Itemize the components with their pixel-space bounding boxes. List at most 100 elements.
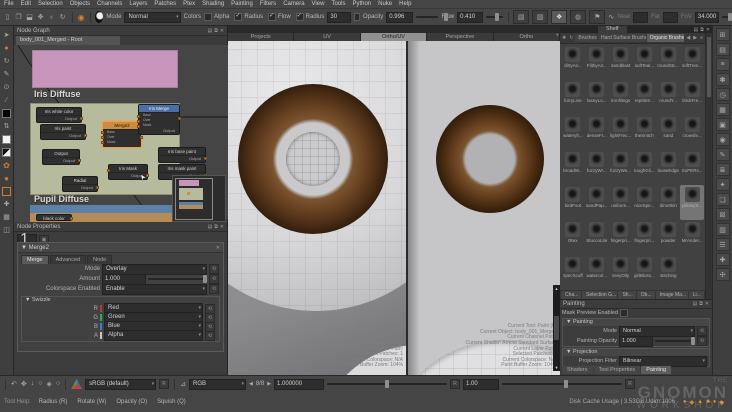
next-tab-icon[interactable]: ▶ [692,35,698,41]
menu-item[interactable]: Ptex [183,1,195,7]
brush-item[interactable]: birdFoot [561,185,585,220]
exposure-field[interactable]: 1.000000 [274,378,325,390]
node-graph-canvas[interactable]: Iris Diffuse Iris white color Output Iri… [14,45,228,222]
brush-item[interactable]: looseEdge [656,150,680,185]
image-manager-icon[interactable]: ▦ [715,103,730,116]
brush-item[interactable]: uniform... [609,185,633,220]
background-color-swatch[interactable] [0,133,13,145]
output-port[interactable] [70,217,73,220]
shelf-menu-icon[interactable]: ≡ [699,35,704,41]
patches-icon[interactable]: ⊠ [715,208,730,221]
pull-down-icon[interactable]: ↓ [31,380,35,388]
brush-editor-icon[interactable]: ✎ [715,148,730,161]
node-iris-base-paint[interactable]: Iris base paint Output [158,147,207,163]
panel-float-icon[interactable]: ⧉ [214,28,218,34]
viewport-tab[interactable]: UV [294,33,361,41]
clone-stamp-icon[interactable]: ↻ [0,55,13,67]
projection-filter-dropdown[interactable]: Bilinear [619,355,707,367]
checkbox-icon[interactable] [234,12,243,21]
output-port[interactable] [84,134,87,137]
select-tool-icon[interactable]: ➤ [0,29,13,41]
node-iris-merge[interactable]: Iris Merge Base Over Mask Output [137,104,181,135]
brush-item[interactable]: furryLine [561,80,585,115]
menu-item[interactable]: Patches [154,1,176,7]
brush-item[interactable]: softTeal... [633,45,657,80]
brush-item[interactable]: roundY... [656,80,680,115]
prev-frame-icon[interactable]: ◀ [249,381,253,387]
menu-item[interactable]: Camera [283,1,304,7]
input-port[interactable] [107,169,110,172]
properties-tab[interactable]: Merge [21,255,49,264]
flow-field[interactable]: 0.410 [457,11,484,23]
ortho-viewport[interactable]: Current Tool: Paint (P) Current Object: b… [228,41,406,375]
menu-item[interactable]: Filters [260,1,276,7]
refresh-shelf-icon[interactable]: ↻ [568,35,574,41]
channel-dropdown[interactable]: Alpha [104,330,203,341]
output-port[interactable] [96,186,99,189]
node-graph-header[interactable]: Node Graph ▤ ⧉ ✕ [14,26,227,36]
mirror-projection-icon[interactable]: ❖ [551,10,568,24]
amount-slider[interactable] [148,275,207,283]
menu-item[interactable]: Selection [38,1,63,7]
add-icon[interactable]: ✚ [0,198,13,210]
zoom-tool-icon[interactable]: ⊙ [0,81,13,93]
brush-item[interactable]: powder [656,220,680,255]
reset-button[interactable]: R [450,379,461,389]
channel-dropdown[interactable]: RGB [188,378,246,390]
output-port[interactable] [140,136,143,139]
sphere-view-icon[interactable]: ◍ [570,10,587,24]
brush-item[interactable]: dinoSkin [656,185,680,220]
viewport-tab[interactable]: Projects [228,33,295,41]
smudge-tool-icon[interactable]: ✎ [0,68,13,80]
scroll-down-icon[interactable]: ▼ [555,365,559,370]
eyedropper-icon[interactable]: ∕ [0,94,13,106]
base-port[interactable] [101,131,104,134]
panel-close-icon[interactable]: ✕ [706,27,710,33]
brush-item[interactable]: MrAnder... [680,220,704,255]
flag-icon[interactable]: ⚑ [589,10,606,24]
shelf-tab[interactable]: Hard Surface Brushes [597,34,646,42]
node-output[interactable]: Output Output [42,149,81,165]
properties-tab[interactable]: Advanced [49,255,87,264]
brush-item[interactable]: sandPap... [585,185,609,220]
import-icon[interactable]: ✥ [36,12,45,23]
checkbox-icon[interactable] [295,12,304,21]
painting-header[interactable]: Painting ▤ ⧉ ✕ [560,300,712,309]
brush-item[interactable]: tRex [561,220,585,255]
viewport-tab[interactable]: Perspective [427,33,494,41]
prev-tab-icon[interactable]: ◀ [685,35,691,41]
over-port[interactable] [137,120,140,123]
brush-item[interactable]: wateryfr... [561,115,585,150]
foreground-color-swatch[interactable] [0,107,13,119]
paint-mode-dropdown[interactable]: Normal [124,11,181,23]
reset-button[interactable]: R [625,379,636,389]
option-checkbox-group[interactable]: Radius [234,12,263,21]
base-port[interactable] [137,115,140,118]
uv-viewport[interactable]: Current Tool: Paint (P) Current Object: b… [408,41,560,375]
node-properties-header[interactable]: Node Properties ▤ ⧉ ✕ [14,222,227,232]
swap-colors-icon[interactable]: ⇅ [0,120,13,132]
dock-tab[interactable]: Tool Properties [593,366,641,374]
menu-item[interactable]: Tools [331,1,345,7]
curve-icon[interactable]: ⊿ [180,380,186,388]
colorspace-dropdown[interactable]: Enable [102,283,207,295]
grid-icon[interactable]: ▦ [0,211,13,223]
node-iris-white-color[interactable]: Iris white color Output [36,107,83,123]
panel-close-icon[interactable]: ✕ [220,224,224,230]
cube-view-icon[interactable]: ▧ [513,10,530,24]
brush-item[interactable]: laceyLo... [585,80,609,115]
scroll-handle[interactable] [554,316,559,340]
reset-icon[interactable]: ⟲ [209,284,219,294]
brush-item[interactable]: sandblast [609,45,633,80]
option-checkbox-group[interactable]: Radius [295,12,324,21]
brush-item[interactable]: sand [656,115,680,150]
translate-icon[interactable]: ✥ [21,380,27,388]
panel-menu-icon[interactable]: ▤ [207,28,212,34]
shelf-tab[interactable]: Organic Brushes [646,34,685,42]
scroll-up-icon[interactable]: ▲ [555,286,559,291]
menu-item[interactable]: Nuke [378,1,392,7]
brush-item[interactable]: specScuff [561,255,585,290]
dock-tab[interactable]: Painting [641,366,672,374]
marquee-icon[interactable] [0,185,13,197]
squish-icon[interactable]: ◈ [46,380,51,388]
